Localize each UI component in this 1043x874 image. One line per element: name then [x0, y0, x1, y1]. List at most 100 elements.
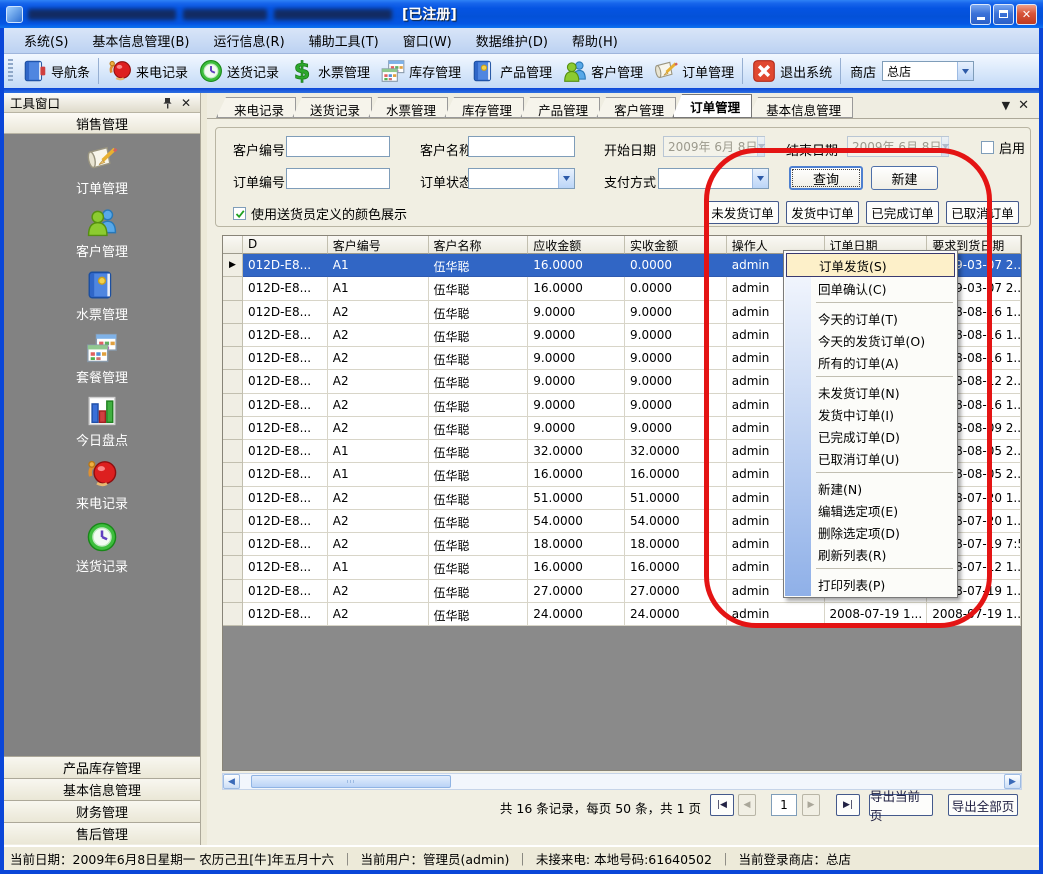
close-button[interactable]: ✕ [1016, 4, 1037, 25]
toolbar-button[interactable]: 客户管理 [557, 56, 648, 86]
grid-cell-customer_code[interactable]: A1 [328, 463, 429, 486]
toolbar-button[interactable]: 产品管理 [466, 56, 557, 86]
grid-cell-received[interactable]: 32.0000 [625, 440, 727, 463]
grid-column-header[interactable]: 客户名称 [429, 236, 529, 254]
grid-cell-receivable[interactable]: 18.0000 [528, 533, 625, 556]
context-menu-item[interactable]: 已完成订单(D) [785, 425, 956, 447]
grid-cell-receivable[interactable]: 9.0000 [528, 417, 625, 440]
start-date-picker[interactable]: 2009年 6月 8日 [663, 136, 765, 157]
grid-cell-receivable[interactable]: 51.0000 [528, 487, 625, 510]
grid-cell-received[interactable]: 18.0000 [625, 533, 727, 556]
row-selector-cell[interactable] [223, 394, 243, 417]
grid-cell-received[interactable]: 0.0000 [625, 254, 727, 277]
grid-cell-customer_name[interactable]: 伍华聪 [429, 301, 529, 324]
row-selector-cell[interactable] [223, 440, 243, 463]
toolbar-button[interactable]: $水票管理 [284, 56, 375, 86]
sidebar-bottom-bar[interactable]: 财务管理 [4, 800, 200, 822]
store-select[interactable]: 总店 [882, 61, 974, 81]
grid-cell-customer_name[interactable]: 伍华聪 [429, 370, 529, 393]
row-selector-cell[interactable] [223, 347, 243, 370]
context-menu-item[interactable]: 发货中订单(I) [785, 403, 956, 425]
grid-cell-id[interactable]: 012D-E8... [243, 440, 328, 463]
tool-window-close-icon[interactable]: ✕ [178, 96, 194, 110]
first-page-button[interactable]: |◀ [710, 794, 734, 816]
grid-cell-customer_name[interactable]: 伍华聪 [429, 510, 529, 533]
context-menu-item[interactable]: 订单发货(S) [786, 253, 955, 277]
toolbar-button[interactable]: 订单管理 [648, 56, 739, 86]
grid-cell-receivable[interactable]: 9.0000 [528, 347, 625, 370]
context-menu-item[interactable]: 新建(N) [785, 477, 956, 499]
grid-cell-id[interactable]: 012D-E8... [243, 510, 328, 533]
menu-item[interactable]: 基本信息管理(B) [80, 28, 201, 53]
grid-cell-receivable[interactable]: 27.0000 [528, 580, 625, 603]
chevron-down-icon[interactable] [752, 169, 768, 188]
chevron-down-icon[interactable] [558, 169, 574, 188]
sidebar-item-call-bell[interactable]: 来电记录 [4, 457, 200, 520]
context-menu-item[interactable]: 刷新列表(R) [785, 543, 956, 565]
customer-name-input[interactable] [468, 136, 575, 157]
grid-cell-received[interactable]: 16.0000 [625, 556, 727, 579]
grid-cell-order_date[interactable]: 2008-07-19 1... [825, 603, 928, 626]
sidebar-item-today-chart[interactable]: 今日盘点 [4, 394, 200, 457]
grid-column-header[interactable]: 客户编号 [328, 236, 429, 254]
new-button[interactable]: 新建 [871, 166, 938, 190]
grid-cell-received[interactable]: 9.0000 [625, 347, 727, 370]
prev-page-button[interactable]: ◀ [738, 794, 756, 816]
row-selector-cell[interactable] [223, 533, 243, 556]
grid-cell-customer_code[interactable]: A2 [328, 324, 429, 347]
grid-cell-customer_code[interactable]: A2 [328, 533, 429, 556]
sidebar-item-customers-people[interactable]: 客户管理 [4, 205, 200, 268]
grid-cell-customer_name[interactable]: 伍华聪 [429, 603, 529, 626]
grid-cell-customer_code[interactable]: A1 [328, 254, 429, 277]
grid-cell-customer_code[interactable]: A2 [328, 394, 429, 417]
grid-cell-customer_name[interactable]: 伍华聪 [429, 580, 529, 603]
grid-cell-customer_name[interactable]: 伍华聪 [429, 277, 529, 300]
grid-cell-id[interactable]: 012D-E8... [243, 580, 328, 603]
sidebar-item-order-scroll[interactable]: 订单管理 [4, 142, 200, 205]
grid-cell-id[interactable]: 012D-E8... [243, 347, 328, 370]
toolbar-button[interactable]: 导航条 [17, 56, 95, 86]
grid-cell-id[interactable]: 012D-E8... [243, 487, 328, 510]
tab-close-icon[interactable]: ✕ [1018, 98, 1029, 113]
row-selector-cell[interactable]: ▶ [223, 254, 243, 277]
row-selector-cell[interactable] [223, 463, 243, 486]
grid-cell-receivable[interactable]: 9.0000 [528, 301, 625, 324]
delivery-color-checkbox[interactable] [233, 207, 246, 220]
grid-cell-received[interactable]: 9.0000 [625, 301, 727, 324]
color-checkbox-row[interactable]: 使用送货员定义的颜色展示 [233, 204, 407, 223]
context-menu-item[interactable]: 今天的发货订单(O) [785, 329, 956, 351]
chevron-down-icon[interactable] [957, 62, 973, 80]
status-filter-button[interactable]: 已完成订单 [866, 201, 939, 224]
grid-cell-received[interactable]: 51.0000 [625, 487, 727, 510]
grid-cell-customer_code[interactable]: A2 [328, 370, 429, 393]
row-selector-cell[interactable] [223, 324, 243, 347]
scroll-left-icon[interactable]: ◀ [223, 774, 240, 789]
grid-cell-id[interactable]: 012D-E8... [243, 417, 328, 440]
grid-cell-id[interactable]: 012D-E8... [243, 370, 328, 393]
grid-cell-id[interactable]: 012D-E8... [243, 277, 328, 300]
grid-cell-id[interactable]: 012D-E8... [243, 463, 328, 486]
sidebar-section-header[interactable]: 销售管理 [4, 113, 200, 134]
grid-cell-receivable[interactable]: 16.0000 [528, 277, 625, 300]
tab-送货记录[interactable]: 送货记录 [292, 97, 372, 118]
table-row[interactable]: 012D-E8...A2伍华聪24.000024.0000admin2008-0… [223, 603, 1021, 626]
row-selector-cell[interactable] [223, 603, 243, 626]
grid-cell-received[interactable]: 9.0000 [625, 370, 727, 393]
grid-cell-receivable[interactable]: 16.0000 [528, 463, 625, 486]
grid-column-header[interactable]: D [243, 236, 328, 254]
grid-cell-required_date[interactable]: 2008-07-19 1... [927, 603, 1021, 626]
order-status-select[interactable] [468, 168, 575, 189]
grid-cell-received[interactable]: 54.0000 [625, 510, 727, 533]
row-selector-cell[interactable] [223, 580, 243, 603]
grid-cell-id[interactable]: 012D-E8... [243, 394, 328, 417]
grid-cell-received[interactable]: 9.0000 [625, 324, 727, 347]
tab-产品管理[interactable]: 产品管理 [520, 97, 600, 118]
row-selector-cell[interactable] [223, 417, 243, 440]
grid-cell-received[interactable]: 9.0000 [625, 394, 727, 417]
grid-cell-customer_name[interactable]: 伍华聪 [429, 463, 529, 486]
context-menu-item[interactable]: 未发货订单(N) [785, 381, 956, 403]
tab-库存管理[interactable]: 库存管理 [444, 97, 524, 118]
end-date-picker[interactable]: 2009年 6月 8日 [847, 136, 949, 157]
grid-cell-received[interactable]: 16.0000 [625, 463, 727, 486]
sidebar-bottom-bar[interactable]: 产品库存管理 [4, 756, 200, 778]
